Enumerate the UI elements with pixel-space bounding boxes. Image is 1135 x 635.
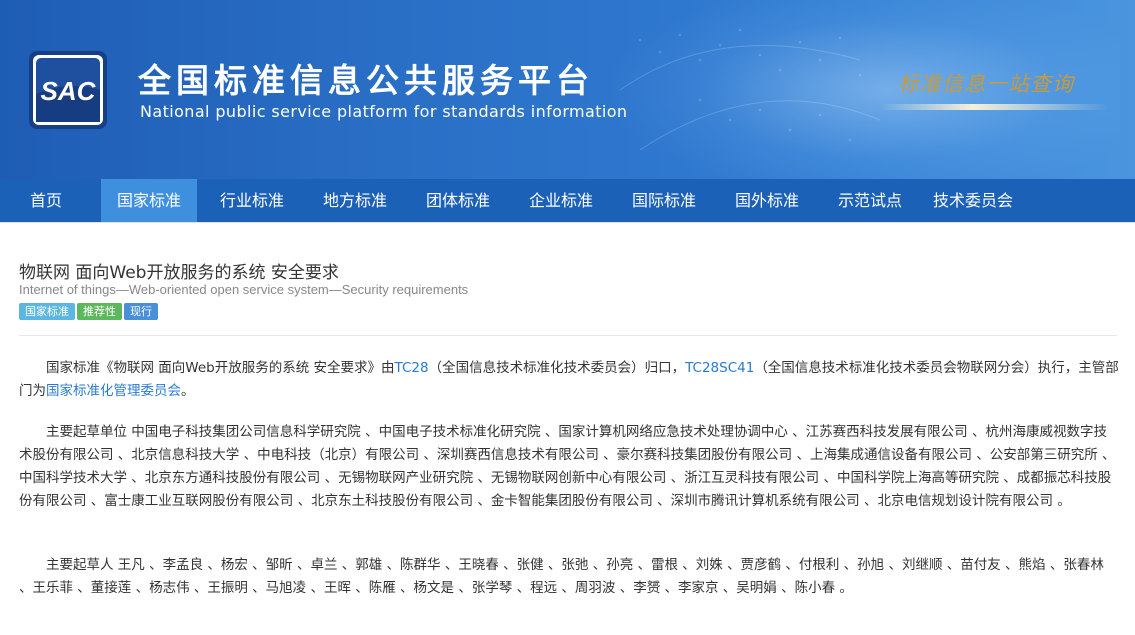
tc-description: （全国信息技术标准化技术委员会）归口，	[428, 360, 686, 376]
slogan: 标准信息一站查询	[898, 72, 1074, 96]
intro-paragraph: 国家标准《物联网 面向Web开放服务的系统 安全要求》由TC28（全国信息技术标…	[19, 357, 1119, 403]
nav-item-industry-standards[interactable]: 行业标准	[204, 179, 300, 222]
drafting-units-paragraph: 主要起草单位 中国电子科技集团公司信息科学研究院 、中国电子技术标准化研究院 、…	[19, 424, 1116, 509]
intro-prefix: 国家标准《物联网 面向Web开放服务的系统 安全要求》由	[46, 360, 395, 376]
sac-logo[interactable]: SAC	[28, 50, 108, 130]
site-banner: SAC 全国标准信息公共服务平台 National public service…	[0, 0, 1135, 179]
nav-item-home[interactable]: 首页	[13, 179, 79, 222]
nav-item-enterprise-standards[interactable]: 企业标准	[513, 179, 609, 222]
logo-text: SAC	[41, 76, 97, 106]
nav-item-technical-committees[interactable]: 技术委员会	[925, 179, 1021, 222]
main-nav: 首页 国家标准 行业标准 地方标准 团体标准 企业标准 国际标准 国外标准 示范…	[0, 179, 1135, 222]
tag-recommended: 推荐性	[77, 303, 122, 320]
standard-detail: 物联网 面向Web开放服务的系统 安全要求 Internet of things…	[0, 222, 1135, 635]
slogan-underline	[880, 104, 1110, 110]
tag-national-standard: 国家标准	[19, 303, 75, 320]
nav-item-international-standards[interactable]: 国际标准	[616, 179, 712, 222]
nav-item-national-standards[interactable]: 国家标准	[101, 179, 197, 222]
nav-item-foreign-standards[interactable]: 国外标准	[719, 179, 815, 222]
tc-link[interactable]: TC28	[395, 360, 429, 376]
standard-title-english: Internet of things—Web-oriented open ser…	[19, 282, 469, 297]
standard-tags: 国家标准 推荐性 现行	[19, 303, 160, 321]
tag-current: 现行	[124, 303, 158, 320]
site-title-english: National public service platform for sta…	[140, 102, 628, 121]
intro-suffix: 。	[181, 383, 195, 399]
divider	[19, 335, 1117, 336]
site-title: 全国标准信息公共服务平台	[138, 61, 594, 100]
standard-title: 物联网 面向Web开放服务的系统 安全要求	[19, 263, 339, 283]
nav-item-group-standards[interactable]: 团体标准	[410, 179, 506, 222]
sc-link[interactable]: TC28SC41	[685, 360, 754, 376]
nav-item-local-standards[interactable]: 地方标准	[307, 179, 403, 222]
nav-item-pilot-demonstration[interactable]: 示范试点	[822, 179, 918, 222]
department-link[interactable]: 国家标准化管理委员会	[46, 383, 181, 399]
drafters-paragraph: 主要起草人 王凡 、李孟良 、杨宏 、邹昕 、卓兰 、郭雄 、陈群华 、王晓春 …	[19, 557, 1104, 596]
